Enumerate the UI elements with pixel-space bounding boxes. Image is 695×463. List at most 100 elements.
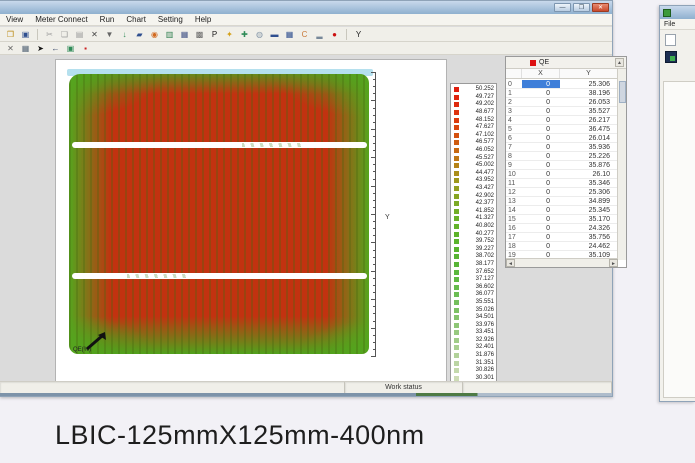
table-row[interactable]: 9035.876	[506, 161, 618, 170]
secondary-title-bar[interactable]	[660, 6, 695, 19]
cut-icon[interactable]: ✂	[43, 28, 56, 40]
y-value-cell[interactable]: 26.014	[560, 134, 618, 142]
grid-view-icon[interactable]: ▦	[19, 42, 32, 54]
x-value-cell[interactable]: 0	[522, 107, 560, 115]
x-value-cell[interactable]: 0	[522, 89, 560, 97]
chart-icon[interactable]: ▥	[163, 28, 176, 40]
x-value-cell[interactable]: 0	[522, 170, 560, 178]
y-value-cell[interactable]: 35.876	[560, 161, 618, 169]
record-icon[interactable]: ●	[328, 28, 341, 40]
y-value-cell[interactable]: 35.346	[560, 179, 618, 187]
close-button[interactable]: ✕	[592, 3, 609, 12]
x-value-cell[interactable]: 0	[522, 161, 560, 169]
minimize-button[interactable]: —	[554, 3, 571, 12]
table-row[interactable]: 18024.462	[506, 242, 618, 251]
x-value-cell[interactable]: 0	[522, 179, 560, 187]
table-icon[interactable]: ▬	[268, 28, 281, 40]
x-value-cell[interactable]: 0	[522, 80, 560, 88]
y-value-cell[interactable]: 25.306	[560, 188, 618, 196]
y-value-cell[interactable]: 38.196	[560, 89, 618, 97]
x-value-cell[interactable]: 0	[522, 188, 560, 196]
x-value-cell[interactable]: 0	[522, 233, 560, 241]
level-icon[interactable]: ▂	[313, 28, 326, 40]
menu-item-help[interactable]: Help	[195, 15, 211, 24]
x-value-cell[interactable]: 0	[522, 125, 560, 133]
delete-icon[interactable]: ✕	[88, 28, 101, 40]
menu-item-view[interactable]: View	[6, 15, 23, 24]
y-value-cell[interactable]: 36.475	[560, 125, 618, 133]
import-icon[interactable]: ↓	[118, 28, 131, 40]
folder-icon[interactable]: ▰	[133, 28, 146, 40]
x-value-cell[interactable]: 0	[522, 224, 560, 232]
x-value-cell[interactable]: 0	[522, 98, 560, 106]
table-row[interactable]: 6026.014	[506, 134, 618, 143]
x-value-cell[interactable]: 0	[522, 134, 560, 142]
run-area-icon[interactable]: ▣	[64, 42, 77, 54]
y-value-cell[interactable]: 35.527	[560, 107, 618, 115]
x-value-cell[interactable]: 0	[522, 116, 560, 124]
scroll-left-button[interactable]: ◄	[506, 259, 515, 267]
y-value-cell[interactable]: 25.306	[560, 80, 618, 88]
menu-item-meter-connect[interactable]: Meter Connect	[35, 15, 87, 24]
monitor-icon[interactable]: ▦	[178, 28, 191, 40]
table-row[interactable]: 10026.10	[506, 170, 618, 179]
table-row[interactable]: 2026.053	[506, 98, 618, 107]
copy-icon[interactable]: ❏	[58, 28, 71, 40]
y-value-cell[interactable]: 34.899	[560, 197, 618, 205]
y-value-cell[interactable]: 26.10	[560, 170, 618, 178]
y-value-cell[interactable]: 26.217	[560, 116, 618, 124]
y-value-cell[interactable]: 25.226	[560, 152, 618, 160]
vertical-scrollbar[interactable]	[617, 69, 626, 260]
table-row[interactable]: 7035.936	[506, 143, 618, 152]
snapshot-icon[interactable]: ◍	[253, 28, 266, 40]
open-icon[interactable]: ❒	[4, 28, 17, 40]
table-row[interactable]: 14025.345	[506, 206, 618, 215]
x-value-cell[interactable]: 0	[522, 197, 560, 205]
marker-green-icon[interactable]: ✚	[238, 28, 251, 40]
table-row[interactable]: 5036.475	[506, 125, 618, 134]
stop-icon[interactable]: ▪	[79, 42, 92, 54]
y-value-cell[interactable]: 35.936	[560, 143, 618, 151]
x-value-cell[interactable]: 0	[522, 215, 560, 223]
table-row[interactable]: 15035.170	[506, 215, 618, 224]
x-value-cell[interactable]: 0	[522, 206, 560, 214]
y-value-cell[interactable]: 26.053	[560, 98, 618, 106]
close-view-icon[interactable]: ✕	[4, 42, 17, 54]
grid-icon[interactable]: ▦	[283, 28, 296, 40]
vertical-scroll-thumb[interactable]	[619, 81, 626, 103]
horizontal-scrollbar[interactable]: ◄ ►	[506, 258, 618, 267]
x-value-cell[interactable]: 0	[522, 152, 560, 160]
lbic-heatmap[interactable]: Y QE(%)	[69, 69, 371, 359]
copyright-icon[interactable]: C	[298, 28, 311, 40]
points-icon[interactable]: P	[208, 28, 221, 40]
maximize-button[interactable]: ❐	[573, 3, 590, 12]
scroll-up-button[interactable]: ▲	[615, 58, 624, 67]
x-value-cell[interactable]: 0	[522, 143, 560, 151]
new-document-icon[interactable]	[665, 34, 676, 46]
funnel-icon[interactable]: Y	[352, 28, 365, 40]
table-row[interactable]: 17035.756	[506, 233, 618, 242]
marker-yellow-icon[interactable]: ✦	[223, 28, 236, 40]
table-row[interactable]: 11035.346	[506, 179, 618, 188]
table-row[interactable]: 16024.326	[506, 224, 618, 233]
back-icon[interactable]: ←	[49, 42, 62, 54]
scan-icon[interactable]: ▩	[193, 28, 206, 40]
table-row[interactable]: 4026.217	[506, 116, 618, 125]
y-value-cell[interactable]: 25.345	[560, 206, 618, 214]
title-bar[interactable]: — ❐ ✕	[0, 1, 612, 14]
menu-item-chart[interactable]: Chart	[126, 15, 146, 24]
filter-down-icon[interactable]: ▼	[103, 28, 116, 40]
menu-item-file[interactable]: File	[664, 21, 675, 28]
measurement-app-icon[interactable]	[665, 51, 677, 63]
cursor-icon[interactable]: ➤	[34, 42, 47, 54]
table-row[interactable]: 8025.226	[506, 152, 618, 161]
table-row[interactable]: 12025.306	[506, 188, 618, 197]
table-row[interactable]: 0025.306	[506, 80, 618, 89]
x-value-cell[interactable]: 0	[522, 242, 560, 250]
meter-icon[interactable]: ◉	[148, 28, 161, 40]
table-row[interactable]: 13034.899	[506, 197, 618, 206]
paste-icon[interactable]: ▤	[73, 28, 86, 40]
y-value-cell[interactable]: 24.462	[560, 242, 618, 250]
menu-item-run[interactable]: Run	[100, 15, 115, 24]
y-value-cell[interactable]: 24.326	[560, 224, 618, 232]
